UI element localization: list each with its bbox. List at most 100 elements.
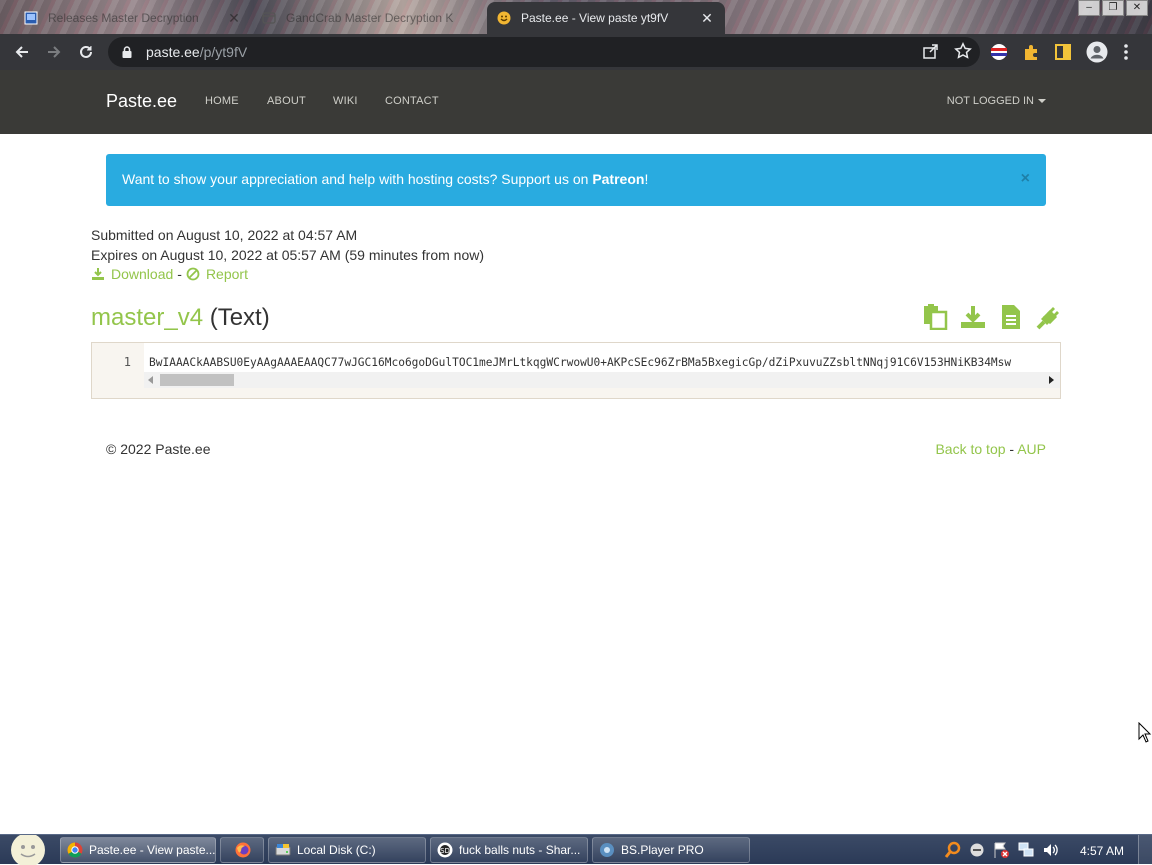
close-icon[interactable]: ✕ [226, 10, 242, 27]
scroll-right-icon[interactable] [1049, 376, 1054, 384]
line-number: 1 [123, 355, 131, 369]
profile-avatar-icon[interactable] [1086, 41, 1108, 63]
back-to-top-link[interactable]: Back to top [935, 441, 1005, 457]
taskbar-label: BS.Player PRO [621, 843, 704, 857]
download-icon [92, 268, 104, 280]
sharex-icon: SD [437, 842, 453, 858]
show-desktop-button[interactable] [1138, 835, 1152, 865]
paste-title: master_v4 (Text) [91, 304, 270, 332]
nav-home[interactable]: HOME [205, 95, 239, 107]
close-window-icon[interactable]: ✕ [1126, 0, 1148, 16]
windows-taskbar: Paste.ee - View paste... Local Disk (C:)… [0, 834, 1152, 865]
url-host: paste.ee [146, 44, 200, 60]
browser-tab-2[interactable]: GandCrab Master Decryption K [252, 2, 486, 34]
browser-toolbar: paste.ee/p/yt9fV [0, 34, 1152, 70]
chrome-icon [67, 842, 83, 858]
taskbar-explorer[interactable]: Local Disk (C:) [268, 837, 426, 863]
maximize-icon[interactable]: ❐ [1102, 0, 1124, 16]
alert-text: Want to show your appreciation and help … [122, 171, 593, 187]
footer-copyright: © 2022 Paste.ee [106, 441, 211, 457]
tab-title: Releases Master Decryption [48, 11, 199, 25]
user-menu-dropdown[interactable]: NOT LOGGED IN [947, 95, 1046, 107]
footer-links: Back to top - AUP [935, 441, 1046, 457]
bsplayer-icon [600, 843, 614, 857]
share-icon[interactable] [922, 42, 940, 60]
tab-title: GandCrab Master Decryption K [286, 11, 454, 25]
firefox-icon [235, 842, 251, 858]
close-icon[interactable]: ✕ [699, 10, 715, 27]
taskbar-label: Paste.ee - View paste... [89, 843, 215, 857]
caret-down-icon [1038, 99, 1046, 104]
nav-contact[interactable]: CONTACT [385, 95, 439, 107]
download-label: Download [111, 266, 174, 282]
paste-content-box: 1 BwIAAACkAABSU0EyAAgAAAEAAQC77wJGC16Mco… [91, 342, 1061, 399]
taskbar-sharex[interactable]: SD fuck balls nuts - Shar... [430, 837, 588, 863]
patreon-alert: Want to show your appreciation and help … [106, 154, 1046, 206]
svg-text:SD: SD [440, 847, 450, 855]
alert-close-button[interactable]: × [1021, 170, 1030, 188]
taskbar-bsplayer[interactable]: BS.Player PRO [592, 837, 750, 863]
scroll-left-icon[interactable] [148, 376, 153, 384]
nav-wiki[interactable]: WIKI [333, 95, 358, 107]
url-path: /p/yt9fV [199, 44, 248, 60]
scrollbar-thumb[interactable] [160, 374, 234, 386]
nav-about[interactable]: ABOUT [267, 95, 306, 107]
download-icon[interactable] [960, 304, 986, 330]
copy-icon[interactable] [922, 304, 948, 330]
user-menu-label: NOT LOGGED IN [946, 95, 1034, 107]
mouse-cursor-icon [1138, 722, 1152, 743]
drive-icon [275, 844, 291, 856]
side-panel-icon[interactable] [1054, 43, 1072, 61]
paste-type: (Text) [209, 304, 270, 331]
minimize-icon[interactable]: – [1078, 0, 1100, 16]
paste-actions [922, 304, 1062, 330]
meta-separator: - [177, 266, 182, 282]
window-controls: – ❐ ✕ [1078, 0, 1148, 18]
search-magnifier-icon[interactable] [944, 841, 962, 859]
tab-title: Paste.ee - View paste yt9fV [521, 11, 669, 25]
system-clock[interactable]: 4:57 AM [1080, 844, 1124, 858]
forward-icon[interactable] [38, 36, 70, 68]
taskbar-firefox[interactable] [220, 837, 264, 863]
pastee-favicon [497, 11, 511, 25]
horizontal-scrollbar[interactable] [144, 372, 1060, 388]
extensions-puzzle-icon[interactable] [1022, 43, 1040, 61]
raw-file-icon[interactable] [998, 304, 1024, 330]
bookmark-star-icon[interactable] [954, 42, 972, 60]
extension-flag-icon[interactable] [990, 43, 1008, 61]
footer-separator: - [1009, 441, 1015, 457]
start-button-icon[interactable] [6, 835, 46, 865]
menu-kebab-icon[interactable] [1122, 43, 1130, 61]
alert-suffix: ! [644, 171, 649, 187]
download-link[interactable]: Download [91, 266, 173, 282]
page-icon [262, 12, 276, 24]
paste-meta-links: Download - Report [91, 266, 248, 282]
network-icon[interactable] [1017, 841, 1035, 859]
paste-name: master_v4 [91, 304, 204, 331]
ban-icon [186, 267, 200, 281]
patreon-link[interactable]: Patreon [592, 171, 644, 187]
taskbar-label: fuck balls nuts - Shar... [459, 843, 581, 857]
reload-icon[interactable] [70, 36, 102, 68]
taskbar-label: Local Disk (C:) [297, 843, 376, 857]
back-icon[interactable] [6, 36, 38, 68]
embed-plug-icon[interactable] [1036, 304, 1062, 330]
taskbar-chrome[interactable]: Paste.ee - View paste... [60, 837, 216, 863]
report-link[interactable]: Report [186, 266, 248, 282]
browser-tab-1[interactable]: Releases Master Decryption ✕ [14, 2, 252, 34]
code-line: BwIAAACkAABSU0EyAAgAAAEAAQC77wJGC16Mco6g… [149, 356, 1012, 369]
site-navbar: Paste.ee HOME ABOUT WIKI CONTACT NOT LOG… [0, 70, 1152, 134]
line-gutter: 1 [92, 343, 144, 398]
site-brand[interactable]: Paste.ee [106, 91, 177, 112]
windows-app-icon [24, 11, 38, 25]
volume-icon[interactable] [1042, 841, 1060, 859]
lock-icon [122, 46, 132, 58]
action-center-flag-icon[interactable] [992, 841, 1010, 859]
aup-link[interactable]: AUP [1017, 441, 1046, 457]
address-bar[interactable]: paste.ee/p/yt9fV [108, 37, 980, 67]
expires-date: Expires on August 10, 2022 at 05:57 AM (… [91, 247, 484, 263]
submitted-date: Submitted on August 10, 2022 at 04:57 AM [91, 227, 358, 243]
minus-circle-icon[interactable] [969, 842, 985, 858]
system-tray [944, 841, 1060, 859]
browser-tab-active[interactable]: Paste.ee - View paste yt9fV ✕ [487, 2, 725, 34]
